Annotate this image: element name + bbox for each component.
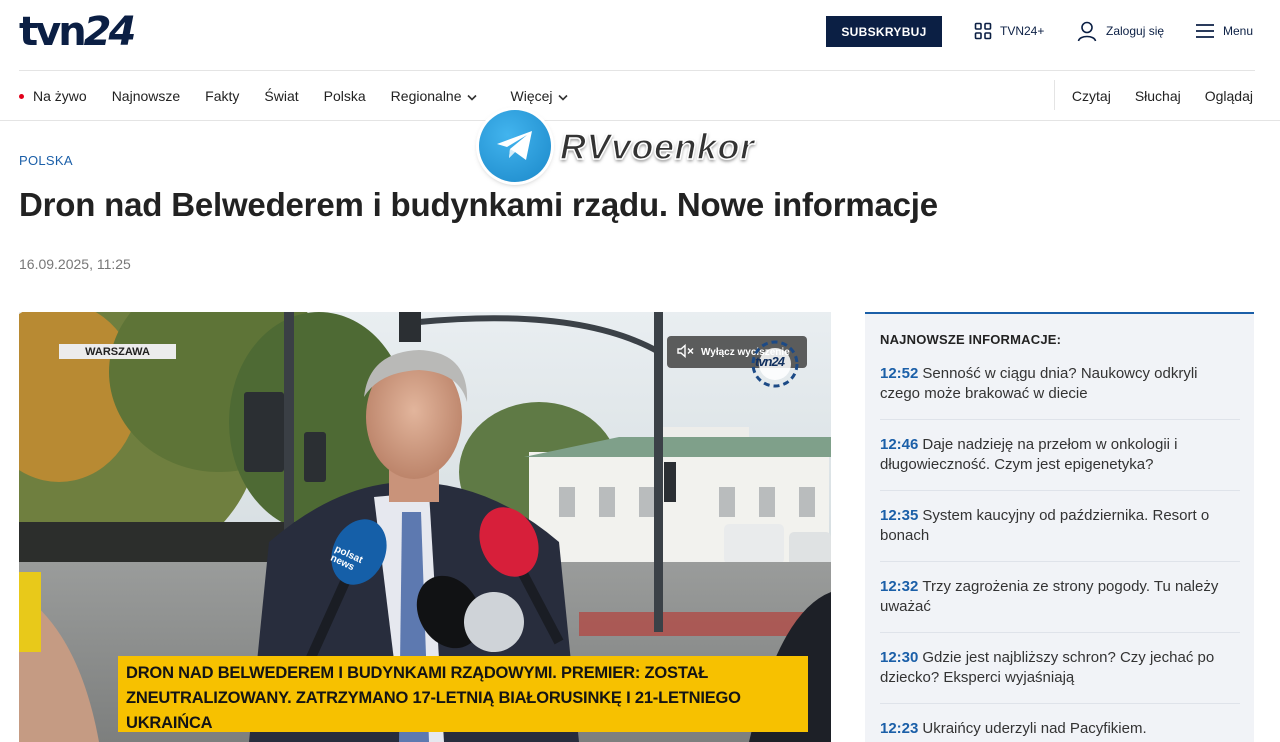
nav-divider <box>0 120 1280 121</box>
nav-item-label: Świat <box>264 88 299 104</box>
nav-item-label: Regionalne <box>390 88 462 104</box>
live-dot-icon <box>19 93 24 99</box>
nav-item-listen[interactable]: Słuchaj <box>1135 88 1181 104</box>
news-item[interactable]: 12:23 Ukraińcy uderzyli nad Pacyfikiem. <box>880 719 1240 739</box>
tvn24-bug-text: tvn24 <box>755 354 785 369</box>
news-divider <box>880 419 1240 420</box>
news-item[interactable]: 12:35 System kaucyjny od października. Re… <box>880 506 1240 546</box>
menu-label: Menu <box>1223 24 1254 38</box>
top-header: tvn24 SUBSKRYBUJ TVN24+ Zaloguj się Menu <box>0 0 1280 70</box>
mute-icon <box>677 343 695 361</box>
news-item[interactable]: 12:30 Gdzie jest najbliższy schron? Czy j… <box>880 648 1240 688</box>
tvn24-logo[interactable]: tvn24 <box>19 9 137 55</box>
ticker-line-2: ZNEUTRALIZOWANY. ZATRZYMANO 17-LETNIĄ BI… <box>126 689 741 732</box>
watermark-channel-name: RVvoenkor <box>559 125 755 168</box>
location-tag: WARSZAWA <box>59 344 176 359</box>
news-text: System kaucyjny od października. Resort … <box>880 507 1210 544</box>
nav-item-read[interactable]: Czytaj <box>1072 88 1111 104</box>
nav-item-watch[interactable]: Oglądaj <box>1205 88 1253 104</box>
media-nav: Czytaj Słuchaj Oglądaj <box>1048 84 1253 108</box>
news-divider <box>880 632 1240 633</box>
news-time: 12:30 <box>880 649 919 666</box>
nav-item-live[interactable]: Na żywo <box>19 88 87 104</box>
news-time: 12:35 <box>880 507 919 524</box>
tvn24plus-label: TVN24+ <box>1000 24 1045 38</box>
article-date: 16.09.2025, 11:25 <box>19 256 131 272</box>
news-time: 12:46 <box>880 436 919 453</box>
news-item[interactable]: 12:46 Daje nadzieję na przełom w onkologi… <box>880 435 1240 475</box>
nav-item-more[interactable]: Więcej <box>511 88 568 104</box>
logo-text: tvn <box>19 9 87 55</box>
nav-item-world[interactable]: Świat <box>264 88 298 104</box>
grid-icon <box>974 22 992 40</box>
news-item[interactable]: 12:32 Trzy zagrożenia ze strony pogody. T… <box>880 577 1240 617</box>
ticker-line-1: DRON NAD BELWEDEREM I BUDYNKAMI RZĄDOWYM… <box>126 664 709 682</box>
news-ticker: DRON NAD BELWEDEREM I BUDYNKAMI RZĄDOWYM… <box>118 656 808 732</box>
news-text: Senność w ciągu dnia? Naukowcy odkryli c… <box>880 365 1198 402</box>
subscribe-button[interactable]: SUBSKRYBUJ <box>826 16 942 47</box>
news-time: 12:23 <box>880 720 919 737</box>
hamburger-icon <box>1195 23 1215 39</box>
nav-item-label: Fakty <box>205 88 240 104</box>
sidebar-title: NAJNOWSZE INFORMACJE: <box>880 332 1062 347</box>
video-player[interactable]: WARSZAWA Wyłącz wyciszenie tvn24 polsat … <box>19 312 831 742</box>
news-divider <box>880 703 1240 704</box>
main-nav: Na żywo Najnowsze Fakty Świat Polska Reg… <box>19 84 593 108</box>
nav-item-poland[interactable]: Polska <box>324 88 366 104</box>
news-text: Trzy zagrożenia ze strony pogody. Tu nal… <box>880 578 1219 615</box>
logo-number: 24 <box>83 9 137 55</box>
tvn24plus-link[interactable]: TVN24+ <box>974 18 1044 44</box>
news-divider <box>880 490 1240 491</box>
article-title: Dron nad Belwederem i budynkami rządu. N… <box>19 186 938 223</box>
user-icon <box>1076 20 1098 42</box>
chevron-down-icon <box>557 88 568 104</box>
news-text: Daje nadzieję na przełom w onkologii i d… <box>880 436 1178 473</box>
login-link[interactable]: Zaloguj się <box>1076 18 1164 44</box>
nav-item-label: Na żywo <box>33 88 87 104</box>
menu-button[interactable]: Menu <box>1195 18 1253 44</box>
news-time: 12:52 <box>880 365 919 382</box>
news-text: Ukraińcy uderzyli nad Pacyfikiem. <box>922 720 1147 737</box>
telegram-icon <box>479 110 551 182</box>
latest-news-sidebar: NAJNOWSZE INFORMACJE: 12:52 Senność w cią… <box>865 312 1254 742</box>
nav-item-regional[interactable]: Regionalne <box>391 88 477 104</box>
news-item[interactable]: 12:52 Senność w ciągu dnia? Naukowcy odkr… <box>880 364 1240 404</box>
chevron-down-icon <box>466 88 477 104</box>
news-divider <box>880 561 1240 562</box>
nav-item-label: Najnowsze <box>111 88 181 104</box>
login-label: Zaloguj się <box>1106 24 1165 38</box>
section-label[interactable]: POLSKA <box>19 153 73 168</box>
header-divider <box>19 70 1255 71</box>
nav-item-label: Polska <box>323 88 366 104</box>
nav-item-label: Więcej <box>510 88 553 104</box>
nav-item-fakty[interactable]: Fakty <box>205 88 239 104</box>
news-text: Gdzie jest najbliższy schron? Czy jechać… <box>880 649 1215 686</box>
news-time: 12:32 <box>880 578 919 595</box>
nav-item-newest[interactable]: Najnowsze <box>112 88 180 104</box>
